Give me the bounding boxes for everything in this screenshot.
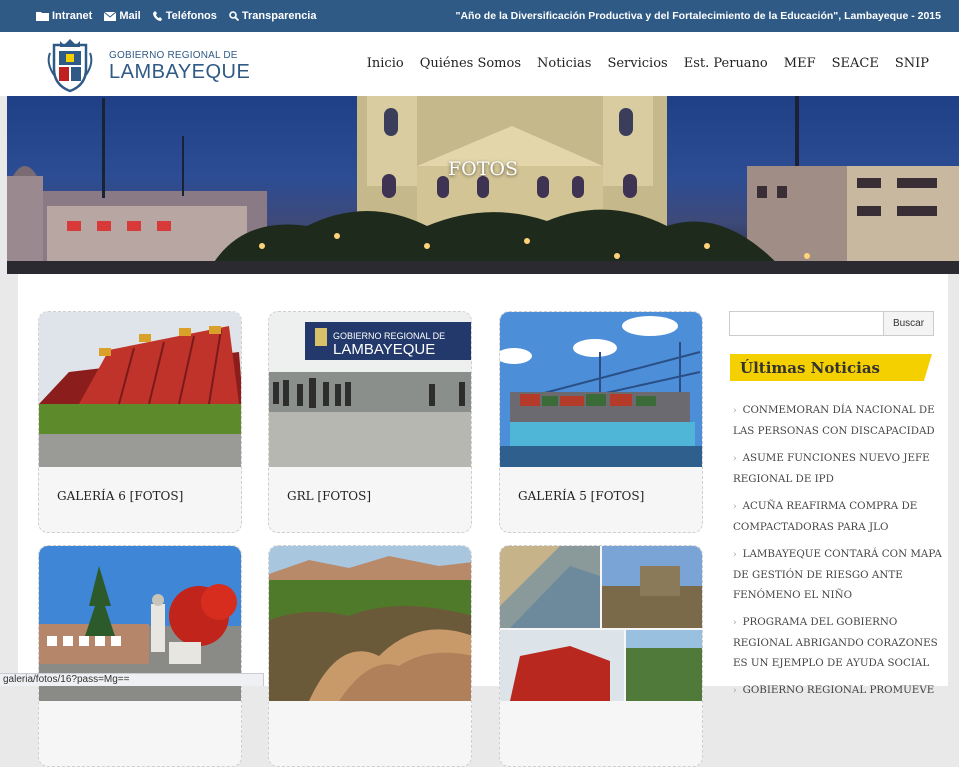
- nav-item-noticias[interactable]: Noticias: [537, 56, 591, 71]
- gallery-caption: [500, 705, 702, 766]
- top-link-label: Transparencia: [241, 10, 317, 22]
- svg-text:GOBIERNO REGIONAL DE: GOBIERNO REGIONAL DE: [333, 331, 445, 341]
- folder-icon: [36, 12, 49, 21]
- gallery-caption: GRL [FOTOS]: [287, 489, 371, 503]
- top-link-label: Intranet: [52, 10, 93, 22]
- top-bar: Intranet Mail Teléfonos Transparencia "A…: [0, 0, 959, 32]
- browser-status-bar: galeria/fotos/16?pass=Mg==: [0, 673, 264, 686]
- top-links: Intranet Mail Teléfonos Transparencia: [36, 10, 316, 22]
- top-link-phones[interactable]: Teléfonos: [152, 10, 217, 22]
- nav-item-seace[interactable]: SEACE: [832, 56, 879, 71]
- nav-item-quienes-somos[interactable]: Quiénes Somos: [420, 56, 521, 71]
- top-link-label: Mail: [119, 10, 141, 22]
- search-input[interactable]: [730, 312, 884, 335]
- chevron-right-icon: ›: [733, 502, 737, 512]
- news-link[interactable]: ASUME FUNCIONES NUEVO JEFE REGIONAL DE I…: [733, 452, 930, 485]
- cathedral-night-photo: [7, 96, 959, 274]
- top-link-label: Teléfonos: [165, 10, 217, 22]
- gallery-caption: [269, 705, 471, 766]
- search-icon: [229, 11, 239, 21]
- news-item[interactable]: › PROGRAMA DEL GOBIERNO REGIONAL ABRIGAND…: [733, 612, 943, 673]
- gallery-caption: GALERÍA 6 [FOTOS]: [57, 489, 184, 503]
- news-item[interactable]: › GOBIERNO REGIONAL PROMUEVE: [733, 680, 943, 701]
- envelope-icon: [104, 11, 117, 21]
- nav-item-mef[interactable]: MEF: [784, 56, 816, 71]
- top-link-transparency[interactable]: Transparencia: [229, 10, 317, 22]
- chevron-right-icon: ›: [733, 618, 737, 628]
- year-motto: "Año de la Diversificación Productiva y …: [455, 10, 941, 22]
- news-link[interactable]: PROGRAMA DEL GOBIERNO REGIONAL ABRIGANDO…: [733, 616, 938, 669]
- gallery-thumbnail: [269, 546, 471, 701]
- nav-item-est-peruano[interactable]: Est. Peruano: [684, 56, 768, 71]
- top-link-mail[interactable]: Mail: [104, 10, 141, 22]
- gallery-thumbnail: [500, 312, 702, 467]
- brand-wordmark[interactable]: GOBIERNO REGIONAL DE LAMBAYEQUE: [109, 50, 251, 83]
- gallery-thumbnail: [500, 546, 702, 701]
- chevron-right-icon: ›: [733, 454, 737, 464]
- chevron-right-icon: ›: [733, 686, 737, 696]
- brand-big: LAMBAYEQUE: [109, 61, 251, 83]
- chevron-right-icon: ›: [733, 550, 737, 560]
- phone-icon: [152, 11, 162, 21]
- gallery-card[interactable]: GALERÍA 5 [FOTOS]: [499, 311, 703, 533]
- news-link[interactable]: ACUÑA REAFIRMA COMPRA DE COMPACTADORAS P…: [733, 500, 917, 533]
- gallery-card[interactable]: [38, 545, 242, 767]
- search-form: Buscar: [729, 311, 934, 336]
- news-link[interactable]: CONMEMORAN DÍA NACIONAL DE LAS PERSONAS …: [733, 404, 935, 437]
- gallery-thumbnail: [39, 312, 241, 467]
- regional-shield-logo[interactable]: [40, 35, 100, 95]
- news-item[interactable]: › ASUME FUNCIONES NUEVO JEFE REGIONAL DE …: [733, 448, 943, 489]
- gallery-caption: [39, 705, 241, 766]
- gallery-thumbnail: GOBIERNO REGIONAL DE LAMBAYEQUE: [269, 312, 471, 467]
- hero-banner: FOTOS: [7, 96, 959, 274]
- gallery-caption: GALERÍA 5 [FOTOS]: [518, 489, 645, 503]
- gallery-card[interactable]: GOBIERNO REGIONAL DE LAMBAYEQUE GRL [FOT…: [268, 311, 472, 533]
- latest-news-title: Últimas Noticias: [740, 359, 881, 377]
- nav-item-snip[interactable]: SNIP: [895, 56, 929, 71]
- svg-text:LAMBAYEQUE: LAMBAYEQUE: [333, 341, 435, 358]
- latest-news-header: Últimas Noticias: [730, 354, 932, 381]
- gallery-card[interactable]: GALERÍA 6 [FOTOS]: [38, 311, 242, 533]
- chevron-right-icon: ›: [733, 406, 737, 416]
- hero-title: FOTOS: [447, 158, 519, 180]
- search-button[interactable]: Buscar: [883, 312, 933, 335]
- main-nav: Inicio Quiénes Somos Noticias Servicios …: [367, 56, 929, 71]
- news-item[interactable]: › ACUÑA REAFIRMA COMPRA DE COMPACTADORAS …: [733, 496, 943, 537]
- nav-item-inicio[interactable]: Inicio: [367, 56, 404, 71]
- gallery-card[interactable]: [499, 545, 703, 767]
- news-item[interactable]: › CONMEMORAN DÍA NACIONAL DE LAS PERSONAS…: [733, 400, 943, 441]
- site-header: GOBIERNO REGIONAL DE LAMBAYEQUE Inicio Q…: [0, 32, 959, 96]
- latest-news-list: › CONMEMORAN DÍA NACIONAL DE LAS PERSONAS…: [733, 400, 943, 708]
- news-link[interactable]: LAMBAYEQUE CONTARÁ CON MAPA DE GESTIÓN D…: [733, 548, 942, 601]
- gallery-card[interactable]: [268, 545, 472, 767]
- brand-small: GOBIERNO REGIONAL DE: [109, 50, 238, 61]
- top-link-intranet[interactable]: Intranet: [36, 10, 92, 22]
- nav-item-servicios[interactable]: Servicios: [607, 56, 667, 71]
- news-item[interactable]: › LAMBAYEQUE CONTARÁ CON MAPA DE GESTIÓN …: [733, 544, 943, 605]
